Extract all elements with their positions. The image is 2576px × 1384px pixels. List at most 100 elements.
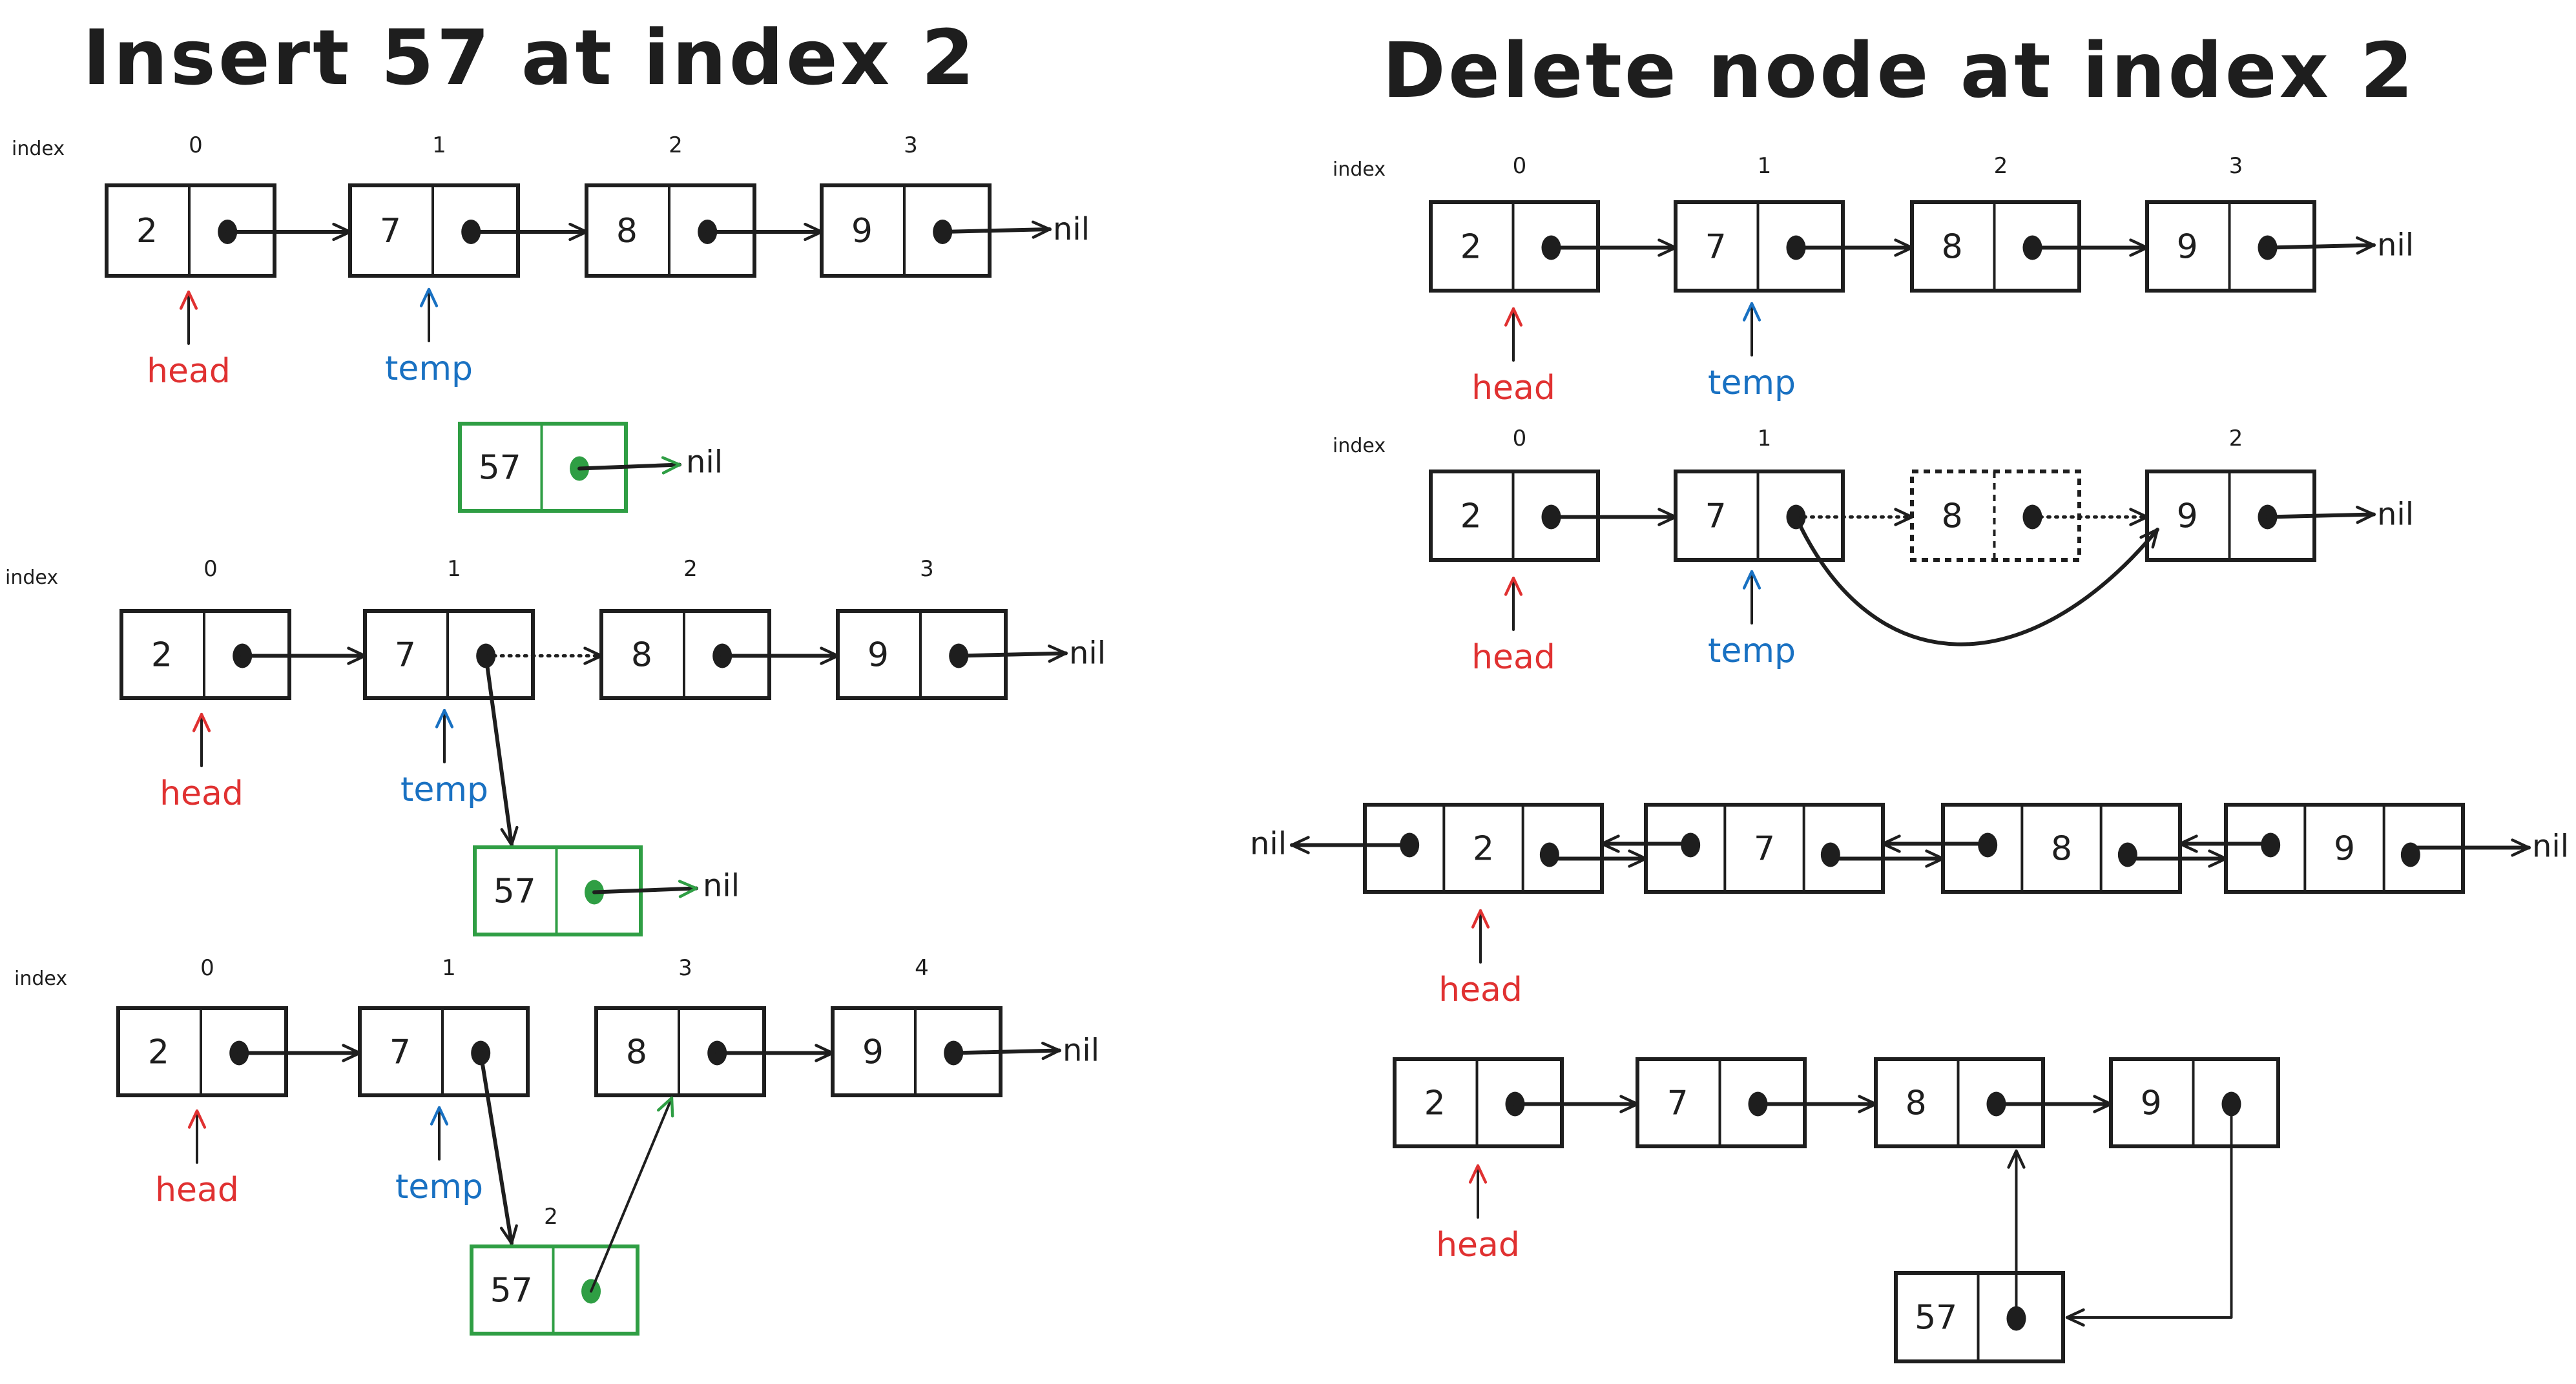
temp-to-new-node-arrow xyxy=(484,654,519,847)
index-label: index xyxy=(5,566,58,589)
head-pointer-label: head xyxy=(147,352,231,391)
new-node-index: 2 xyxy=(544,1204,558,1230)
node-value: 8 xyxy=(1942,228,1963,267)
nil-label: nil xyxy=(2377,497,2414,533)
nil-arrow xyxy=(592,880,698,898)
nil-arrow xyxy=(951,1042,1061,1060)
node-value: 7 xyxy=(1705,228,1727,267)
nil-label: nil xyxy=(2532,829,2569,865)
diagram-canvas: Insert 57 at index 2 index 0 2 1 7 2 8 3 9 nil head… xyxy=(5,13,2569,1363)
nil-arrow xyxy=(957,645,1068,663)
index-label: index xyxy=(14,967,67,990)
list-node: 7 xyxy=(1674,470,1845,562)
node-value: 7 xyxy=(1667,1084,1688,1123)
node-value: 7 xyxy=(1754,830,1775,869)
list-node: 7 xyxy=(363,609,535,700)
delete-title: Delete node at index 2 xyxy=(1382,26,2416,115)
index-number: 3 xyxy=(678,955,692,981)
node-value: 9 xyxy=(867,636,889,675)
loop-arrow xyxy=(2065,1102,2233,1327)
node-value: 8 xyxy=(626,1033,647,1072)
node-value: 7 xyxy=(390,1033,411,1072)
temp-pointer-label: temp xyxy=(1708,364,1796,402)
nil-arrow xyxy=(940,220,1052,239)
nil-label: nil xyxy=(1069,635,1106,672)
index-label: index xyxy=(1333,158,1386,181)
node-value: 8 xyxy=(2051,830,2072,869)
next-pointer-dot xyxy=(2117,842,2137,867)
index-number: 0 xyxy=(1513,153,1527,179)
nil-arrow xyxy=(2265,506,2376,524)
index-number: 2 xyxy=(683,556,698,582)
doubly-node: 7 xyxy=(1644,803,1885,894)
doubly-node: 2 xyxy=(1363,803,1604,894)
head-pointer-label: head xyxy=(1436,1226,1520,1265)
index-label: index xyxy=(1333,435,1386,457)
head-pointer-label: head xyxy=(1471,638,1555,677)
index-number: 0 xyxy=(1513,426,1527,451)
head-pointer-label: head xyxy=(155,1171,239,1210)
node-value: 9 xyxy=(2334,830,2355,869)
temp-pointer-label: temp xyxy=(1708,632,1796,670)
index-number: 1 xyxy=(432,132,446,158)
node-value: 57 xyxy=(490,1272,533,1310)
node-value: 9 xyxy=(851,212,873,251)
next-pointer-dot xyxy=(1820,842,1840,867)
insert-title: Insert 57 at index 2 xyxy=(83,13,977,102)
index-number: 3 xyxy=(904,132,918,158)
node-value: 8 xyxy=(1906,1084,1927,1123)
nil-label: nil xyxy=(1053,211,1090,247)
node-value: 2 xyxy=(1424,1084,1446,1123)
node-value: 2 xyxy=(148,1033,169,1072)
index-number: 2 xyxy=(669,132,683,158)
index-number: 1 xyxy=(442,955,456,981)
node-value: 2 xyxy=(1460,228,1482,267)
new-node-to-next-arrow xyxy=(590,1096,674,1293)
nil-label: nil xyxy=(1063,1033,1099,1069)
index-number: 3 xyxy=(2229,153,2243,179)
index-number: 1 xyxy=(447,556,461,582)
nil-label: nil xyxy=(2377,227,2414,263)
head-pointer-label: head xyxy=(160,774,244,813)
temp-pointer-label: temp xyxy=(400,770,488,809)
node-value: 9 xyxy=(862,1033,884,1072)
node-value: 9 xyxy=(2177,228,2198,267)
head-pointer-label: head xyxy=(1471,369,1555,408)
index-number: 0 xyxy=(203,556,218,582)
node-value: 2 xyxy=(136,212,158,251)
new-node: 57 xyxy=(470,1245,639,1336)
node-value: 8 xyxy=(1942,497,1963,536)
index-number: 1 xyxy=(1758,426,1772,451)
index-label: index xyxy=(12,138,65,160)
extra-node: 57 xyxy=(1894,1271,2065,1363)
removed-node: 8 xyxy=(1910,470,2081,562)
index-number: 0 xyxy=(200,955,214,981)
nil-arrow xyxy=(2265,236,2376,255)
node-value: 7 xyxy=(1705,497,1727,536)
nil-label: nil xyxy=(703,868,740,904)
next-pointer-dot xyxy=(1539,842,1559,867)
node-value: 57 xyxy=(479,449,521,488)
node-value: 57 xyxy=(1915,1299,1957,1338)
node-value: 7 xyxy=(380,212,401,251)
node-value: 8 xyxy=(616,212,638,251)
node-value: 2 xyxy=(1460,497,1482,536)
node-value: 57 xyxy=(493,873,536,911)
node-value: 2 xyxy=(1473,830,1494,869)
nil-label: nil xyxy=(1250,826,1287,862)
index-number: 2 xyxy=(2229,426,2243,451)
index-number: 4 xyxy=(915,955,929,981)
index-number: 0 xyxy=(189,132,203,158)
temp-pointer-label: temp xyxy=(395,1168,483,1206)
nil-arrow xyxy=(577,456,681,475)
bypass-arrow xyxy=(1794,515,2159,646)
list-node: 7 xyxy=(358,1006,530,1097)
nil-label: nil xyxy=(686,444,723,480)
node-value: 7 xyxy=(395,636,416,675)
temp-pointer-label: temp xyxy=(385,349,473,388)
index-number: 3 xyxy=(920,556,934,582)
index-number: 2 xyxy=(1994,153,2008,179)
doubly-node: 8 xyxy=(1941,803,2182,894)
index-number: 1 xyxy=(1758,153,1772,179)
list-node: 9 xyxy=(2109,1057,2280,1148)
